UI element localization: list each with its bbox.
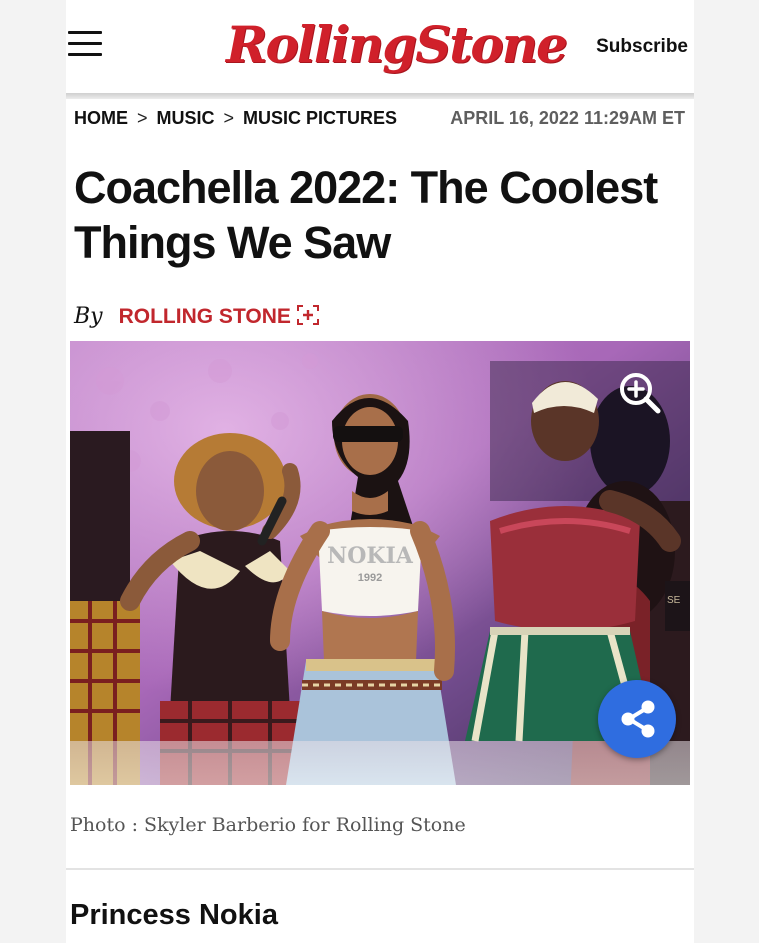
background-sign-text: SE bbox=[667, 595, 681, 606]
site-header: RollingStone Subscribe bbox=[66, 0, 694, 93]
byline-prefix: By bbox=[74, 304, 103, 329]
share-button[interactable] bbox=[598, 680, 676, 758]
share-icon bbox=[621, 700, 655, 738]
breadcrumb-home[interactable]: HOME bbox=[74, 108, 128, 128]
breadcrumb: HOME > MUSIC > MUSIC PICTURES bbox=[74, 108, 397, 129]
article-page: RollingStone Subscribe HOME > MUSIC > MUSIC … bbox=[66, 0, 694, 943]
subscribe-button[interactable]: Subscribe bbox=[596, 36, 688, 58]
breadcrumb-separator: > bbox=[137, 108, 148, 128]
publish-timestamp: APRIL 16, 2022 11:29AM ET bbox=[450, 108, 685, 128]
hero-photo[interactable]: NOKIA 1992 SE bbox=[70, 341, 690, 785]
plus-square-icon[interactable] bbox=[296, 305, 319, 325]
caption-divider bbox=[66, 868, 694, 870]
byline: By ROLLING STONE bbox=[74, 304, 319, 329]
section-title: Princess Nokia bbox=[70, 899, 278, 931]
header-divider bbox=[66, 93, 694, 99]
shirt-year-text: 1992 bbox=[358, 572, 382, 584]
hamburger-menu-icon[interactable] bbox=[68, 31, 102, 59]
page-title: Coachella 2022: The Coolest Things We Sa… bbox=[74, 162, 658, 268]
shirt-brand-text: NOKIA bbox=[327, 543, 414, 569]
hero-photo-illustration: NOKIA 1992 SE bbox=[70, 341, 690, 785]
photo-caption: Photo : Skyler Barberio for Rolling Ston… bbox=[70, 814, 466, 836]
breadcrumb-music-pictures[interactable]: MUSIC PICTURES bbox=[243, 108, 397, 128]
breadcrumb-music[interactable]: MUSIC bbox=[157, 108, 215, 128]
zoom-in-icon[interactable] bbox=[618, 371, 662, 415]
breadcrumb-separator: > bbox=[223, 108, 235, 128]
rolling-stone-logo[interactable]: RollingStone bbox=[226, 14, 568, 76]
author-link[interactable]: ROLLING STONE bbox=[119, 305, 291, 328]
